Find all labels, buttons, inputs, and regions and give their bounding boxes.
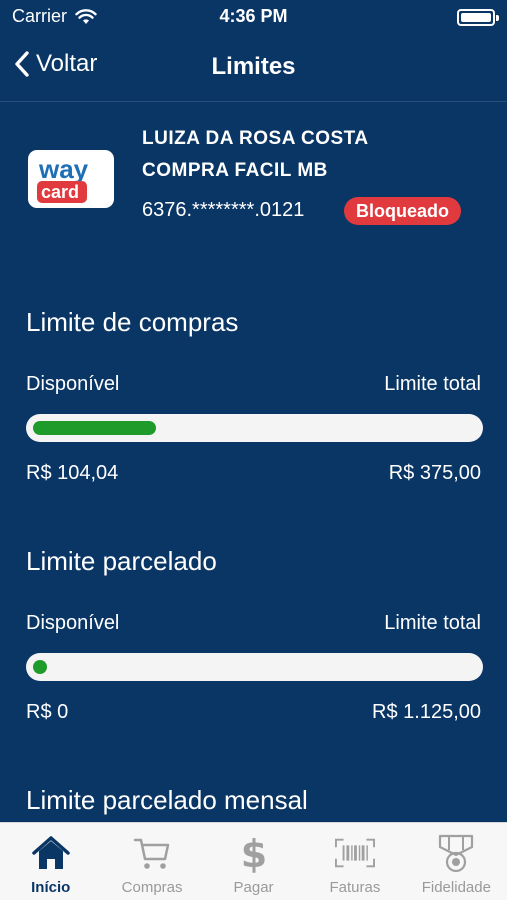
tab-label: Início <box>31 879 71 896</box>
svg-text:$: $ <box>240 833 266 873</box>
available-label: Disponível <box>26 612 120 634</box>
card-number: 6376.********.0121 <box>142 199 305 221</box>
limit-title-parcelado: Limite parcelado <box>26 546 217 576</box>
home-icon <box>31 833 71 873</box>
total-label: Limite total <box>384 373 481 395</box>
card-product: COMPRA FACIL MB <box>142 160 328 181</box>
progress-fill <box>33 660 47 674</box>
progress-fill <box>33 421 156 435</box>
tab-compras[interactable]: Compras <box>101 823 202 900</box>
medal-icon <box>436 833 476 873</box>
tab-label: Pagar <box>233 879 274 896</box>
limit-title-compras: Limite de compras <box>26 307 239 337</box>
dollar-icon: $ <box>234 833 274 873</box>
tab-bar: Início Compras $ Pagar Faturas Fidelidad… <box>0 822 507 900</box>
status-bar: Carrier 4:36 PM <box>0 0 507 36</box>
total-label: Limite total <box>384 612 481 634</box>
limit-progress-parcelado <box>26 653 483 681</box>
available-label: Disponível <box>26 373 120 395</box>
limit-progress-compras <box>26 414 483 442</box>
nav-divider <box>0 101 507 102</box>
battery-icon <box>457 9 499 26</box>
status-time: 4:36 PM <box>219 6 288 26</box>
holder-name: LUIZA DA ROSA COSTA <box>142 128 369 149</box>
tab-label: Compras <box>121 879 183 896</box>
total-value: R$ 375,00 <box>388 462 481 484</box>
available-value: R$ 104,04 <box>26 462 119 484</box>
nav-bar: Voltar Limites <box>0 36 507 100</box>
waycard-logo: way card <box>28 150 114 208</box>
limit-title-parcelado-mensal: Limite parcelado mensal <box>26 785 308 815</box>
logo-card-text: card <box>41 182 79 202</box>
available-value: R$ 0 <box>26 701 69 723</box>
tab-pagar[interactable]: $ Pagar <box>203 823 304 900</box>
logo-way-text: way <box>38 154 89 184</box>
cart-icon <box>132 833 172 873</box>
tab-label: Fidelidade <box>421 879 491 896</box>
card-holder: LUIZA DA ROSA COSTA COMPRA FACIL MB <box>142 123 369 187</box>
tab-label: Faturas <box>329 879 381 896</box>
tab-faturas[interactable]: Faturas <box>304 823 405 900</box>
tab-inicio[interactable]: Início <box>0 823 101 900</box>
barcode-icon <box>334 833 375 873</box>
total-value: R$ 1.125,00 <box>372 701 481 723</box>
status-badge: Bloqueado <box>344 197 461 225</box>
tab-fidelidade[interactable]: Fidelidade <box>406 823 507 900</box>
page-title: Limites <box>211 53 296 80</box>
